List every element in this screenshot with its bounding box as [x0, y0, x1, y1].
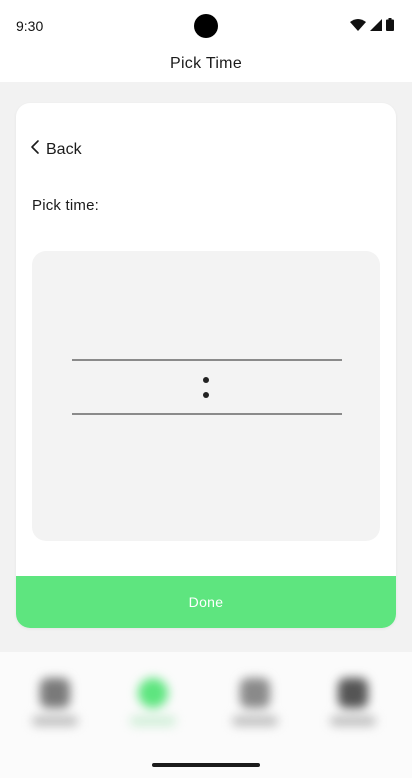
nav-item-active[interactable]	[118, 672, 188, 742]
nav-item-profile[interactable]	[220, 672, 290, 742]
nav-item-label	[330, 716, 376, 726]
nav-item-label	[130, 716, 176, 726]
person-icon	[240, 678, 270, 708]
picker-bottom-divider	[72, 413, 342, 415]
done-button[interactable]: Done	[16, 576, 396, 628]
app-header: Pick Time	[0, 46, 412, 82]
time-separator	[201, 374, 211, 404]
nav-item-settings[interactable]	[318, 672, 388, 742]
circle-icon	[138, 678, 168, 708]
back-label: Back	[46, 140, 82, 158]
pick-time-card: Back Pick time: Done	[16, 103, 396, 628]
hour-wheel[interactable]	[72, 361, 192, 413]
nav-item-label	[32, 716, 78, 726]
status-icons	[350, 18, 394, 36]
signal-icon	[370, 18, 382, 36]
page-title: Pick Time	[169, 55, 243, 72]
camera-cutout	[194, 14, 218, 38]
home-indicator[interactable]	[152, 763, 260, 767]
status-time: 9:30	[16, 18, 44, 34]
back-button[interactable]: Back	[30, 139, 82, 160]
search-icon	[40, 678, 70, 708]
wifi-icon	[350, 18, 366, 36]
minute-wheel[interactable]	[222, 361, 342, 413]
bottom-nav	[0, 652, 412, 778]
chevron-left-icon	[30, 139, 40, 160]
nav-item-label	[232, 716, 278, 726]
status-bar: 9:30	[0, 0, 412, 46]
nav-item-search[interactable]	[20, 672, 90, 742]
battery-icon	[386, 18, 394, 36]
settings-icon	[338, 678, 368, 708]
time-picker	[32, 251, 380, 541]
pick-time-label: Pick time:	[32, 197, 100, 214]
